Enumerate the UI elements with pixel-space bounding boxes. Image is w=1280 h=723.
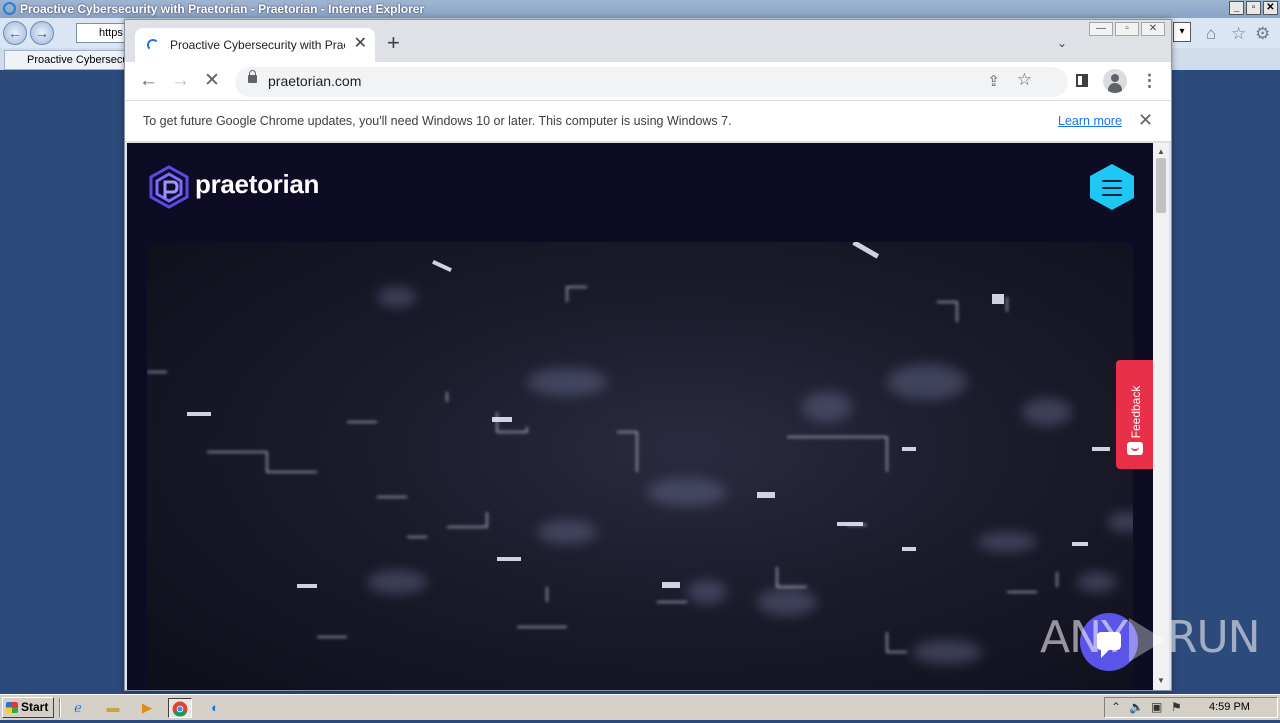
scroll-thumb[interactable]	[1156, 158, 1166, 213]
profile-avatar-icon[interactable]	[1103, 69, 1127, 93]
ie-tab[interactable]: Proactive Cybersecu	[4, 50, 128, 70]
stop-loading-icon[interactable]: ✕	[204, 70, 220, 92]
feedback-smile-icon	[1127, 442, 1143, 455]
ie-gear-icon[interactable]: ⚙	[1255, 24, 1270, 44]
ie-minimize-button[interactable]: _	[1229, 1, 1244, 15]
scroll-up-arrow-icon[interactable]: ▲	[1157, 147, 1165, 156]
learn-more-link[interactable]: Learn more	[1058, 114, 1122, 128]
chrome-tab-strip: Proactive Cybersecurity with Praetorian …	[125, 20, 1171, 62]
ie-dropdown-button[interactable]: ▾	[1173, 22, 1191, 42]
chrome-maximize-button[interactable]: ▫	[1115, 22, 1139, 36]
tab-close-icon[interactable]: ✕	[354, 35, 367, 53]
update-infobar: To get future Google Chrome updates, you…	[125, 100, 1171, 142]
share-icon[interactable]: ⇪	[987, 72, 1000, 90]
edge-taskbar-icon[interactable]: ◐	[203, 698, 227, 718]
scroll-down-arrow-icon[interactable]: ▼	[1157, 676, 1165, 685]
ie-close-button[interactable]: ✕	[1263, 1, 1278, 15]
anyrun-watermark: ANY RUN	[1040, 612, 1261, 663]
circuit-particles-graphic	[147, 242, 1133, 664]
page-scrollbar[interactable]: ▲ ▼	[1153, 143, 1169, 690]
ie-taskbar-icon[interactable]: ℯ	[66, 698, 90, 718]
side-panel-icon[interactable]	[1076, 74, 1088, 87]
explorer-folder-icon[interactable]: ▬	[101, 698, 125, 718]
taskbar-separator	[59, 698, 61, 717]
media-player-icon[interactable]: ▶	[135, 698, 159, 718]
back-arrow-icon[interactable]: ←	[139, 70, 158, 92]
watermark-left-text: ANY	[1040, 612, 1128, 663]
tray-expand-icon[interactable]: ⌃	[1111, 700, 1121, 714]
watermark-right-text: RUN	[1166, 612, 1261, 663]
ie-titlebar: Proactive Cybersecurity with Praetorian …	[0, 0, 1280, 18]
chrome-toolbar: ← → ✕ praetorian.com ⇪ ☆ ⋮	[125, 62, 1171, 100]
url-text[interactable]: praetorian.com	[268, 73, 361, 89]
ie-home-icon[interactable]: ⌂	[1206, 24, 1216, 44]
start-label: Start	[21, 700, 49, 714]
chrome-tab[interactable]: Proactive Cybersecurity with Praetorian …	[135, 28, 375, 62]
clock[interactable]: 4:59 PM	[1209, 701, 1250, 713]
chrome-tab-title: Proactive Cybersecurity with Praetorian	[170, 38, 345, 52]
network-icon[interactable]: ▣	[1151, 700, 1162, 714]
ie-window-controls: _ ▫ ✕	[1229, 1, 1278, 15]
windows-flag-icon	[6, 702, 18, 713]
ie-back-button[interactable]: ←	[3, 21, 27, 45]
hamburger-menu-icon[interactable]	[1102, 180, 1122, 201]
ie-maximize-button[interactable]: ▫	[1246, 1, 1261, 15]
loading-spinner-icon	[147, 39, 159, 51]
infobar-message: To get future Google Chrome updates, you…	[143, 114, 732, 128]
ie-favorites-icon[interactable]: ☆	[1231, 24, 1246, 44]
praetorian-logo-icon[interactable]	[148, 165, 190, 209]
bookmark-star-icon[interactable]: ☆	[1017, 70, 1032, 90]
infobar-close-icon[interactable]: ✕	[1138, 110, 1153, 131]
brand-wordmark[interactable]: praetorian	[195, 169, 319, 200]
forward-arrow-icon[interactable]: →	[171, 70, 190, 92]
new-tab-button[interactable]: +	[387, 32, 400, 54]
system-tray: ⌃ 🔈 ▣ ⚑ 4:59 PM	[1104, 697, 1278, 718]
chrome-menu-icon[interactable]: ⋮	[1141, 70, 1158, 92]
hero-video-background	[147, 242, 1133, 690]
watermark-play-icon	[1128, 618, 1165, 662]
ie-forward-button[interactable]: →	[30, 21, 54, 45]
chrome-window-controls: — ▫ ✕	[1089, 22, 1165, 36]
chrome-close-button[interactable]: ✕	[1141, 22, 1165, 36]
web-page: praetorian Feedback	[127, 143, 1153, 690]
address-bar[interactable]: praetorian.com ⇪ ☆	[235, 67, 1068, 97]
ie-window-title: Proactive Cybersecurity with Praetorian …	[20, 2, 425, 16]
lock-icon[interactable]	[248, 70, 257, 83]
chrome-taskbar-icon[interactable]	[168, 698, 192, 718]
volume-icon[interactable]: 🔈	[1129, 700, 1144, 714]
taskbar: Start ℯ ▬ ▶ ◐ ⌃ 🔈 ▣ ⚑ 4:59 PM	[0, 694, 1280, 720]
action-center-flag-icon[interactable]: ⚑	[1171, 700, 1182, 714]
tab-search-chevron-icon[interactable]: ⌄	[1057, 36, 1067, 50]
feedback-tab[interactable]: Feedback	[1116, 360, 1153, 469]
start-button[interactable]: Start	[2, 697, 54, 718]
chrome-window: Proactive Cybersecurity with Praetorian …	[124, 19, 1172, 691]
ie-logo-icon	[3, 2, 16, 15]
chrome-minimize-button[interactable]: —	[1089, 22, 1113, 36]
